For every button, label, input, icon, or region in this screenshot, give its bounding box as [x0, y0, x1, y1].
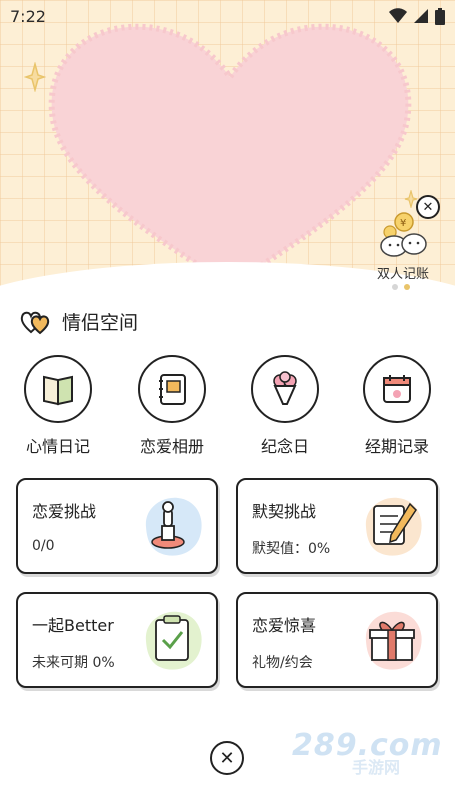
feature-mood-diary[interactable]: 心情日记	[8, 355, 108, 457]
watermark-logo: 289.com 手游网	[292, 728, 442, 777]
feature-icon-circle[interactable]	[138, 355, 206, 423]
card-love-surprise[interactable]: 恋爱惊喜 礼物/约会	[236, 592, 438, 688]
feature-label: 经期记录	[364, 437, 429, 456]
calendar-icon	[383, 375, 411, 403]
svg-text:¥: ¥	[400, 218, 406, 229]
bottom-close-button[interactable]: ✕	[210, 741, 244, 775]
card-subtitle: 礼物/约会	[252, 655, 313, 671]
feature-label: 纪念日	[260, 437, 309, 456]
card-title: 默契挑战	[252, 502, 317, 521]
section-title: 情侣空间	[62, 312, 139, 334]
carousel-dot-active	[404, 284, 410, 290]
feature-anniversary[interactable]: 纪念日	[235, 355, 335, 457]
stamp-icon	[145, 497, 202, 556]
feature-row: 心情日记 恋爱相册 纪念日 经期记录	[0, 355, 455, 465]
card-love-challenge[interactable]: 恋爱挑战 0/0	[16, 478, 218, 574]
ledger-close-button[interactable]: ✕	[416, 195, 440, 219]
sparkle-icon	[24, 62, 46, 92]
battery-icon	[435, 7, 445, 25]
status-time: 7:22	[10, 6, 46, 26]
wifi-icon	[389, 8, 407, 23]
heart-illustration	[48, 23, 412, 290]
carousel-dots	[392, 284, 410, 290]
signal-icon	[414, 9, 428, 23]
writing-pad-icon	[365, 497, 422, 556]
card-better-together[interactable]: 一起Better 未来可期 0%	[16, 592, 218, 688]
bouquet-icon	[273, 371, 297, 405]
status-bar: 7:22	[0, 0, 455, 32]
close-icon: ✕	[219, 747, 235, 769]
feature-love-album[interactable]: 恋爱相册	[122, 355, 222, 457]
feature-icon-circle[interactable]	[363, 355, 431, 423]
card-title: 恋爱挑战	[32, 502, 97, 521]
card-title: 一起Better	[32, 616, 114, 635]
diary-book-icon	[43, 375, 73, 406]
checklist-icon	[145, 611, 202, 670]
ledger-label[interactable]: 双人记账	[365, 263, 441, 282]
feature-icon-circle[interactable]	[24, 355, 92, 423]
watermark-sub: 手游网	[352, 758, 401, 777]
card-tacit-challenge[interactable]: 默契挑战 默契值：0%	[236, 478, 438, 574]
gift-box-icon	[365, 611, 422, 670]
feature-period-record[interactable]: 经期记录	[347, 355, 447, 457]
card-subtitle: 0/0	[32, 538, 55, 554]
carousel-dot	[392, 284, 398, 290]
couple-hearts-icon	[20, 311, 50, 334]
card-subtitle: 未来可期 0%	[32, 655, 115, 671]
card-title: 恋爱惊喜	[252, 616, 317, 635]
feature-icon-circle[interactable]	[251, 355, 319, 423]
section-header: 情侣空间	[20, 308, 138, 335]
feature-label: 心情日记	[25, 437, 90, 456]
close-icon: ✕	[422, 199, 434, 215]
photo-album-icon	[159, 374, 186, 405]
card-subtitle: 默契值：0%	[252, 541, 331, 557]
feature-label: 恋爱相册	[139, 437, 204, 456]
